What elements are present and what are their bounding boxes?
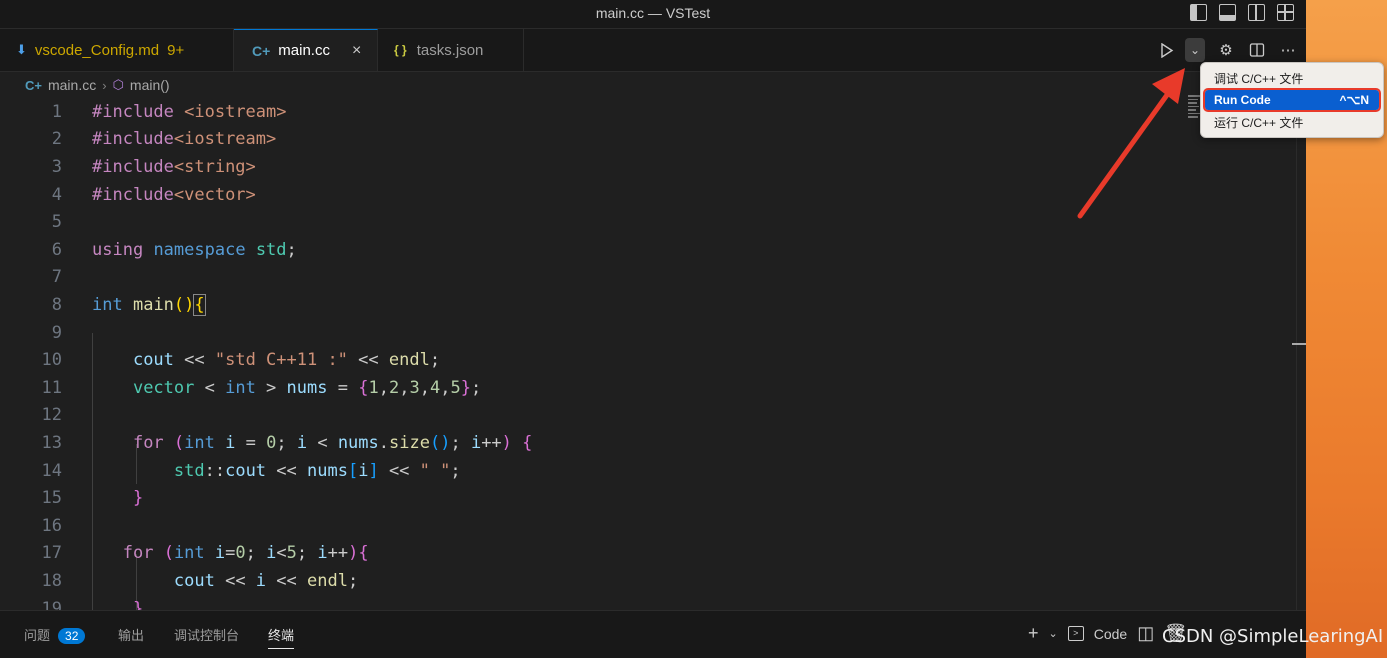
annotation-arrow-icon	[1077, 68, 1185, 219]
code-text: #include<iostream>	[92, 129, 277, 150]
split-editor-icon[interactable]	[1244, 37, 1270, 63]
menu-item-label: 调试 C/C++ 文件	[1214, 71, 1304, 86]
line-number: 18	[41, 570, 62, 591]
code-text: int main(){	[92, 293, 206, 316]
run-dropdown-menu: 调试 C/C++ 文件 Run Code ^⌥N 运行 C/C++ 文件	[1200, 62, 1384, 138]
line-number: 17	[41, 543, 62, 564]
code-text: std::cout << nums[i] << " ";	[173, 460, 461, 481]
code-line: 9	[0, 319, 1296, 347]
code-text: cout << "std C++11 :" << endl;	[132, 350, 441, 371]
toggle-primary-sidebar-icon[interactable]	[1190, 4, 1207, 21]
code-line: 18 cout << i << endl;	[0, 567, 1296, 595]
line-number: 1	[51, 101, 62, 122]
tab-main-cc[interactable]: C+ main.cc ×	[234, 29, 378, 71]
line-number: 10	[41, 350, 62, 371]
breadcrumb-symbol[interactable]: main()	[130, 77, 170, 93]
code-text: }	[132, 488, 144, 509]
code-text: for (int i=0; i<5; i++){	[122, 543, 369, 564]
line-number: 14	[41, 460, 62, 481]
code-line: 6 using namespace std;	[0, 236, 1296, 264]
code-text: vector < int > nums = {1,2,3,4,5};	[132, 377, 482, 398]
tab-label: vscode_Config.md	[34, 41, 160, 59]
window-title: main.cc — VSTest	[595, 5, 711, 21]
code-line: 8 int main(){	[0, 291, 1296, 319]
terminal-icon: >	[1067, 626, 1084, 641]
line-number: 3	[51, 156, 62, 177]
code-line: 16	[0, 512, 1296, 540]
markdown-icon: ⬇	[16, 42, 27, 57]
menu-item-shortcut: ^⌥N	[1339, 93, 1369, 107]
scrollbar-cursor-marker	[1292, 343, 1306, 345]
line-number: 2	[51, 129, 62, 150]
line-number: 15	[41, 488, 62, 509]
code-line: 12	[0, 402, 1296, 430]
panel-tab-output[interactable]: 输出	[118, 625, 144, 644]
close-icon[interactable]: ×	[352, 42, 361, 60]
terminal-profile-label[interactable]: Code	[1094, 626, 1127, 642]
toggle-panel-icon[interactable]	[1219, 4, 1236, 21]
editor-scrollbar[interactable]	[1296, 72, 1306, 610]
panel-tab-terminal[interactable]: 终端	[268, 625, 295, 649]
panel-tab-problems[interactable]: 问题 32	[24, 625, 86, 644]
chevron-right-icon: ›	[102, 77, 107, 93]
bottom-panel: 问题 32 输出 调试控制台 终端 + ⌄ > Code ◫ 🗑	[0, 610, 1306, 658]
problems-count: 9+	[167, 41, 185, 59]
code-line: 10 cout << "std C++11 :" << endl;	[0, 346, 1296, 374]
cpp-file-icon: C+	[25, 77, 42, 93]
line-number: 13	[41, 432, 62, 453]
code-text: cout << i << endl;	[173, 570, 359, 591]
tab-tasks-json[interactable]: { } tasks.json	[378, 29, 524, 71]
tab-label: tasks.json	[416, 41, 484, 59]
line-number: 19	[41, 598, 62, 610]
menu-item-label: Run Code	[1214, 93, 1271, 107]
code-text: #include<string>	[92, 156, 256, 177]
menu-item-debug-cpp[interactable]: 调试 C/C++ 文件	[1205, 68, 1379, 88]
gear-icon[interactable]: ⚙	[1213, 37, 1239, 63]
menu-item-label: 运行 C/C++ 文件	[1214, 115, 1304, 130]
toggle-secondary-sidebar-icon[interactable]	[1248, 4, 1265, 21]
more-actions-icon[interactable]: ⋯	[1275, 37, 1301, 63]
watermark: CSDN @SimpleLearingAI	[1162, 626, 1384, 647]
cpp-file-icon: C+	[252, 42, 271, 59]
code-text: }	[132, 598, 144, 610]
customize-layout-icon[interactable]	[1277, 4, 1294, 21]
line-number: 11	[41, 377, 62, 398]
line-number: 12	[41, 405, 62, 426]
panel-tab-debug-console[interactable]: 调试控制台	[174, 625, 239, 644]
code-line: 7	[0, 264, 1296, 292]
layout-controls	[1190, 4, 1294, 21]
code-text: #include <iostream>	[92, 101, 287, 122]
breadcrumb-file[interactable]: main.cc	[48, 77, 96, 93]
tab-label: main.cc	[278, 42, 330, 59]
chevron-down-icon[interactable]: ⌄	[1049, 627, 1058, 640]
line-number: 5	[51, 212, 62, 233]
code-line: 13 for (int i = 0; i < nums.size(); i++)…	[0, 429, 1296, 457]
panel-tab-label: 问题	[24, 628, 51, 643]
line-number: 16	[41, 515, 62, 536]
code-line: 15 }	[0, 484, 1296, 512]
json-icon: { }	[394, 43, 407, 57]
code-text: #include<vector>	[92, 184, 256, 205]
breadcrumb: C+ main.cc › ⬡ main()	[0, 72, 170, 98]
split-terminal-icon[interactable]: ◫	[1137, 623, 1154, 644]
code-text: using namespace std;	[92, 239, 297, 260]
menu-item-run-cpp[interactable]: 运行 C/C++ 文件	[1205, 112, 1379, 132]
line-number: 6	[51, 239, 62, 260]
menu-item-run-code[interactable]: Run Code ^⌥N	[1203, 88, 1381, 112]
plus-icon[interactable]: +	[1028, 623, 1039, 644]
line-number: 7	[51, 267, 62, 288]
line-number: 4	[51, 184, 62, 205]
code-line: 14 std::cout << nums[i] << " ";	[0, 457, 1296, 485]
line-number: 8	[51, 294, 62, 315]
function-symbol-icon: ⬡	[112, 77, 124, 92]
title-bar: main.cc — VSTest	[0, 0, 1306, 29]
code-line: 19 }	[0, 595, 1296, 610]
code-text: for (int i = 0; i < nums.size(); i++) {	[132, 432, 533, 453]
line-number: 9	[51, 322, 62, 343]
code-line: 17 for (int i=0; i<5; i++){	[0, 540, 1296, 568]
tab-vscode-config-md[interactable]: ⬇ vscode_Config.md 9+	[0, 29, 234, 71]
problems-badge: 32	[58, 628, 86, 644]
code-line: 11 vector < int > nums = {1,2,3,4,5};	[0, 374, 1296, 402]
